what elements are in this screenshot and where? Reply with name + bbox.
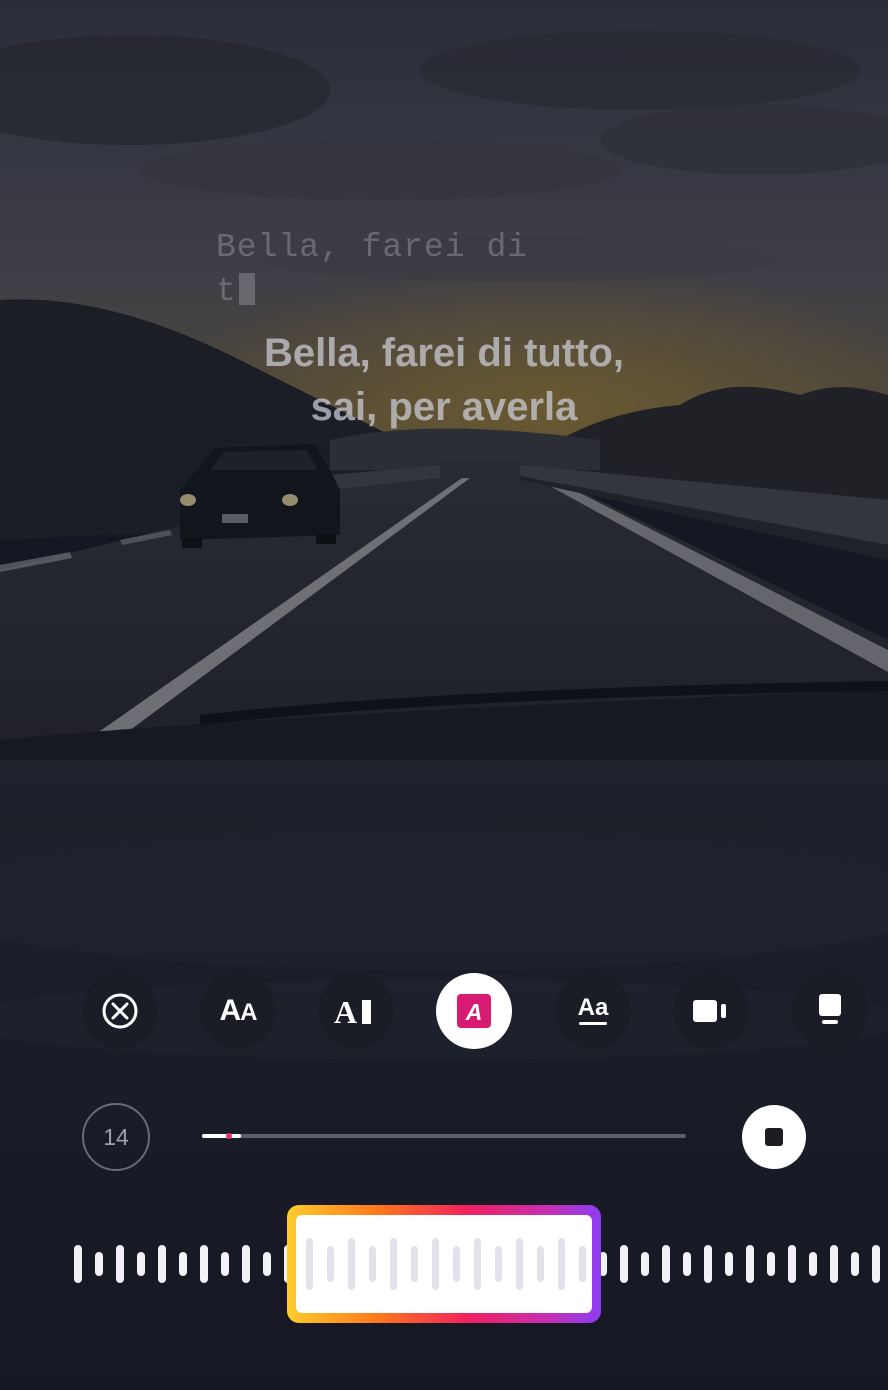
text-size-style-button[interactable]: AA	[200, 973, 276, 1049]
selected-waveform-bar	[306, 1238, 313, 1290]
waveform-bar	[200, 1245, 208, 1283]
typewriter-line-1: Bella, farei di	[216, 229, 529, 266]
album-card-style-button[interactable]	[792, 973, 868, 1049]
playback-position-marker	[226, 1133, 232, 1139]
lyric-line-2: sai, per averla	[310, 385, 578, 429]
waveform-bar	[242, 1245, 250, 1283]
stop-button[interactable]	[742, 1105, 806, 1169]
card-icon	[693, 1000, 726, 1022]
waveform-bar	[641, 1252, 649, 1276]
selected-waveform-bar	[411, 1246, 418, 1282]
lyrics-sticker[interactable]: Bella, farei di tutto, sai, per averla	[0, 326, 888, 434]
waveform-bar	[137, 1252, 145, 1276]
waveform-bar	[809, 1252, 817, 1276]
selected-waveform-bar	[453, 1246, 460, 1282]
selected-waveform-bar	[516, 1238, 523, 1290]
stop-icon	[765, 1128, 783, 1146]
typewriter-lyric-preview: Bella, farei di t	[216, 226, 576, 314]
lyric-line-1: Bella, farei di tutto,	[263, 331, 625, 375]
selected-waveform-bar	[558, 1238, 565, 1290]
selected-waveform-bar	[537, 1246, 544, 1282]
aa-underline-icon: Aa	[578, 994, 609, 1025]
waveform-bar	[767, 1252, 775, 1276]
clip-selection-inner	[296, 1215, 592, 1313]
typewriter-style-button[interactable]: A	[318, 973, 394, 1049]
selected-waveform-bar	[348, 1238, 355, 1290]
waveform-bar	[683, 1252, 691, 1276]
svg-text:A: A	[334, 994, 357, 1028]
highlighted-a-icon: A	[457, 994, 491, 1028]
playback-progress-track[interactable]	[202, 1133, 686, 1139]
selected-waveform-bar	[495, 1246, 502, 1282]
playback-progress-fill	[202, 1134, 241, 1138]
selected-waveform-bar	[369, 1246, 376, 1282]
waveform-bar	[221, 1252, 229, 1276]
waveform-bar	[74, 1245, 82, 1283]
typewriter-line-2: t	[216, 270, 576, 314]
circle-x-icon	[102, 993, 138, 1029]
svg-text:Aa: Aa	[578, 994, 609, 1021]
svg-text:A: A	[465, 999, 483, 1025]
selected-waveform-bar	[579, 1246, 586, 1282]
waveform-bar	[158, 1245, 166, 1283]
video-card-style-button[interactable]	[673, 973, 749, 1049]
waveform-bar	[830, 1245, 838, 1283]
waveform-bar	[725, 1252, 733, 1276]
highlight-style-button[interactable]: A	[436, 973, 512, 1049]
aa-icon: AA	[219, 994, 257, 1027]
waveform-bar	[116, 1245, 124, 1283]
waveform-bar	[263, 1252, 271, 1276]
album-card-icon	[819, 994, 841, 1024]
text-cursor	[238, 273, 255, 305]
waveform-bar	[746, 1245, 754, 1283]
waveform-bar	[179, 1252, 187, 1276]
background-dim-overlay	[0, 0, 888, 1390]
waveform-bar	[872, 1245, 880, 1283]
selected-waveform-bar	[474, 1238, 481, 1290]
waveform-bar	[662, 1245, 670, 1283]
waveform-bar	[704, 1245, 712, 1283]
clip-duration-button[interactable]: 14	[82, 1103, 150, 1171]
clip-selection-window[interactable]	[287, 1205, 601, 1323]
selected-waveform-bar	[390, 1238, 397, 1290]
clip-duration-value: 14	[103, 1123, 129, 1150]
remove-lyrics-button[interactable]	[82, 973, 158, 1049]
waveform-bar	[95, 1252, 103, 1276]
underline-style-button[interactable]: Aa	[555, 973, 631, 1049]
selected-waveform-bar	[432, 1238, 439, 1290]
waveform-bar	[788, 1245, 796, 1283]
selected-waveform-bar	[327, 1246, 334, 1282]
a-cursor-icon: A	[334, 994, 371, 1028]
waveform-bar	[851, 1252, 859, 1276]
waveform-bar	[620, 1245, 628, 1283]
